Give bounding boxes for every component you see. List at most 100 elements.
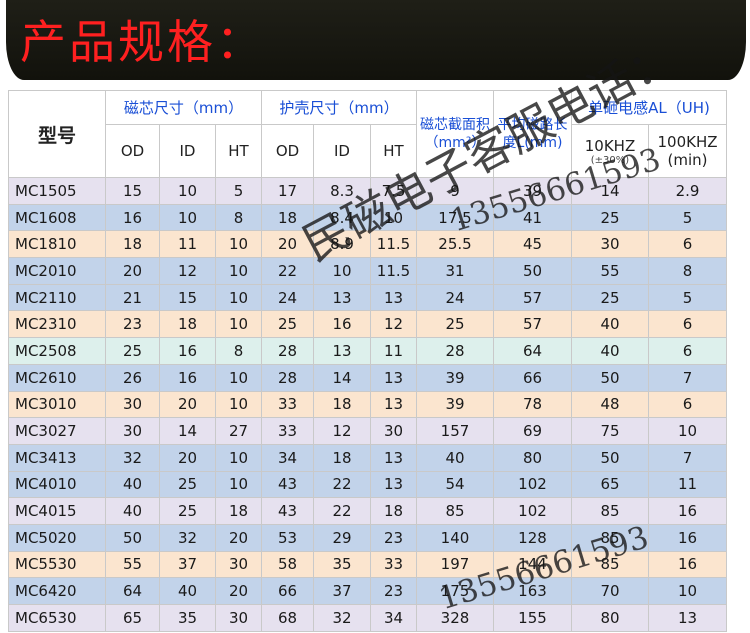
case-ht-cell: 10 <box>370 203 417 232</box>
table-row: MC1810 18 11 10 20 8.9 11.5 25.5 45 30 6 <box>8 230 727 259</box>
table-row: MC6530 65 35 30 68 32 34 328 155 80 13 <box>8 604 727 632</box>
case-id-cell: 8.4 <box>313 203 371 232</box>
al-100khz-cell: 5 <box>648 203 727 232</box>
cross-section-cell: 328 <box>416 604 494 632</box>
freq-100khz-label: 100KHZ <box>657 133 718 151</box>
core-ht-cell: 18 <box>215 497 262 525</box>
case-id-cell: 18 <box>313 443 371 472</box>
model-cell: MC6530 <box>8 604 106 632</box>
case-ht-cell: 11 <box>370 337 417 365</box>
case-id-cell: 16 <box>313 310 371 339</box>
case-ht-cell: 7.5 <box>370 177 417 205</box>
page-title: 产品规格： <box>20 15 265 69</box>
freq-10khz-label: 10KHZ <box>584 136 636 155</box>
case-od-cell: 20 <box>261 230 314 259</box>
case-od-cell: 33 <box>261 390 314 419</box>
al-100khz-cell: 16 <box>648 550 727 579</box>
al-100khz-cell: 6 <box>648 337 727 365</box>
table-row: MC2508 25 16 8 28 13 11 28 64 40 6 <box>8 337 727 365</box>
core-od-cell: 32 <box>105 443 160 472</box>
model-cell: MC4010 <box>8 470 106 499</box>
al-10khz-cell: 25 <box>571 203 649 232</box>
model-cell: MC1505 <box>8 177 106 205</box>
core-od-cell: 21 <box>105 283 160 312</box>
path-length-cell: 155 <box>493 604 572 632</box>
core-ht-cell: 8 <box>215 203 262 232</box>
case-id-cell: 14 <box>313 363 371 392</box>
case-id-cell: 12 <box>313 417 371 445</box>
core-od-cell: 65 <box>105 604 160 632</box>
core-od-header: OD <box>105 124 160 178</box>
core-id-cell: 37 <box>159 550 216 579</box>
case-od-cell: 25 <box>261 310 314 339</box>
al-10khz-cell: 65 <box>571 470 649 499</box>
case-id-cell: 35 <box>313 550 371 579</box>
al-100khz-cell: 16 <box>648 497 727 525</box>
al-100khz-cell: 11 <box>648 470 727 499</box>
path-length-cell: 102 <box>493 497 572 525</box>
al-10khz-cell: 48 <box>571 390 649 419</box>
case-id-cell: 32 <box>313 604 371 632</box>
path-length-cell: 80 <box>493 443 572 472</box>
path-length-cell: 144 <box>493 550 572 579</box>
table-row: MC3413 32 20 10 34 18 13 40 80 50 7 <box>8 443 727 472</box>
case-id-header: ID <box>313 124 371 178</box>
core-od-cell: 16 <box>105 203 160 232</box>
core-id-cell: 14 <box>159 417 216 445</box>
spec-table-body: MC1505 15 10 5 17 8.3 7.5 9 39 14 2.9 MC1608 16 10 8 18… <box>8 177 727 632</box>
case-id-cell: 8.3 <box>313 177 371 205</box>
header-row-2: OD ID HT OD ID HT 10KHZ (±30%) 100KHZ (m… <box>9 124 727 178</box>
cross-section-cell: 31 <box>416 257 494 285</box>
al-100khz-cell: 10 <box>648 417 727 445</box>
al-100khz-cell: 10 <box>648 577 727 605</box>
core-ht-cell: 10 <box>215 443 262 472</box>
core-ht-cell: 27 <box>215 417 262 445</box>
cross-section-cell: 54 <box>416 470 494 499</box>
core-id-cell: 11 <box>159 230 216 259</box>
core-ht-cell: 20 <box>215 577 262 605</box>
core-id-cell: 20 <box>159 390 216 419</box>
al-100khz-cell: 16 <box>648 523 727 552</box>
core-od-cell: 55 <box>105 550 160 579</box>
case-id-cell: 8.9 <box>313 230 371 259</box>
core-ht-cell: 10 <box>215 257 262 285</box>
al-10khz-cell: 80 <box>571 604 649 632</box>
al-100khz-header: 100KHZ (min) <box>648 124 727 178</box>
al-10khz-cell: 85 <box>571 497 649 525</box>
core-ht-cell: 30 <box>215 550 262 579</box>
case-ht-cell: 23 <box>370 523 417 552</box>
cross-section-cell: 40 <box>416 443 494 472</box>
model-cell: MC5530 <box>8 550 106 579</box>
path-length-cell: 69 <box>493 417 572 445</box>
al-10khz-cell: 25 <box>571 283 649 312</box>
case-ht-cell: 30 <box>370 417 417 445</box>
table-row: MC3027 30 14 27 33 12 30 157 69 75 10 <box>8 417 727 445</box>
path-length-header: 平均磁路长度L(mm) <box>493 90 572 178</box>
case-ht-cell: 13 <box>370 363 417 392</box>
case-od-cell: 34 <box>261 443 314 472</box>
cross-section-cell: 140 <box>416 523 494 552</box>
core-od-cell: 18 <box>105 230 160 259</box>
model-cell: MC1810 <box>8 230 106 259</box>
header-row-1: 型号 磁芯尺寸（mm） 护壳尺寸（mm） 磁芯截面积（mm²） 平均磁路长度L(… <box>8 90 727 178</box>
table-row: MC6420 64 40 20 66 37 23 175 163 70 10 <box>8 577 727 605</box>
al-100khz-cell: 7 <box>648 363 727 392</box>
table-row: MC2010 20 12 10 22 10 11.5 31 50 55 8 <box>8 257 727 285</box>
table-row: MC2610 26 16 10 28 14 13 39 66 50 7 <box>8 363 727 392</box>
case-od-header: OD <box>261 124 314 178</box>
path-length-cell: 39 <box>493 177 572 205</box>
path-length-cell: 64 <box>493 337 572 365</box>
cross-section-cell: 85 <box>416 497 494 525</box>
core-od-cell: 20 <box>105 257 160 285</box>
al-10khz-cell: 14 <box>571 177 649 205</box>
table-row: MC3010 30 20 10 33 18 13 39 78 48 6 <box>8 390 727 419</box>
core-od-cell: 30 <box>105 390 160 419</box>
path-length-cell: 78 <box>493 390 572 419</box>
case-ht-cell: 11.5 <box>370 257 417 285</box>
model-cell: MC3413 <box>8 443 106 472</box>
path-length-cell: 66 <box>493 363 572 392</box>
al-10khz-cell: 50 <box>571 363 649 392</box>
core-id-cell: 12 <box>159 257 216 285</box>
model-cell: MC1608 <box>8 203 106 232</box>
table-row: MC1505 15 10 5 17 8.3 7.5 9 39 14 2.9 <box>8 177 727 205</box>
